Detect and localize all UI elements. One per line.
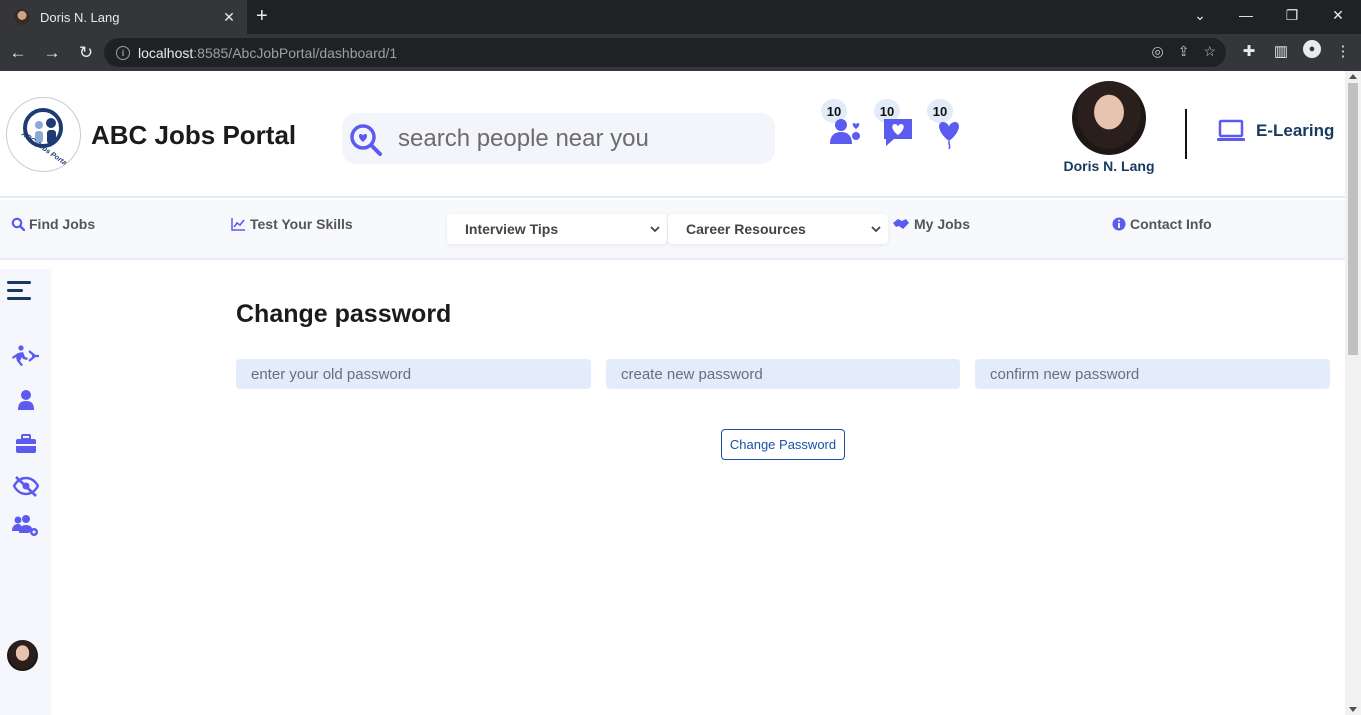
window-controls: ⌄ — ❐ ✕ xyxy=(1177,0,1361,34)
nav-test-skills[interactable]: Test Your Skills xyxy=(231,216,353,232)
url-host: localhost xyxy=(138,44,194,61)
nav-my-jobs[interactable]: My Jobs xyxy=(892,216,970,232)
browser-tab[interactable]: Doris N. Lang ✕ xyxy=(0,0,247,34)
brand-title: ABC Jobs Portal xyxy=(91,120,297,150)
briefcase-icon xyxy=(16,434,36,453)
web-page: ABC Jobs Portal ABC Jobs Portal 10 10 xyxy=(0,71,1345,715)
chevron-down-icon xyxy=(650,226,660,233)
reload-icon[interactable]: ↻ xyxy=(70,37,102,69)
browser-toolbar: ← → ↻ i localhost:8585/AbcJobPortal/dash… xyxy=(0,34,1361,71)
search-input[interactable] xyxy=(398,125,758,153)
sidebar-item-activity[interactable] xyxy=(11,343,41,369)
user-avatar[interactable] xyxy=(1072,81,1146,155)
confirm-password-field[interactable] xyxy=(975,359,1330,389)
url-path: :8585/AbcJobPortal/dashboard/1 xyxy=(193,44,398,61)
logo-mark-icon xyxy=(23,108,63,148)
site-logo[interactable]: ABC Jobs Portal xyxy=(6,97,81,172)
address-bar[interactable]: i localhost:8585/AbcJobPortal/dashboard/… xyxy=(104,38,1226,67)
sidebar-item-privacy[interactable] xyxy=(11,473,41,499)
user-name[interactable]: Doris N. Lang xyxy=(1050,158,1168,174)
nav-find-jobs-label: Find Jobs xyxy=(29,216,96,232)
menu-kebab-icon[interactable]: ⋮ xyxy=(1333,40,1353,62)
new-tab-icon[interactable]: + xyxy=(256,6,268,26)
old-password-field[interactable] xyxy=(236,359,591,389)
sidebar-item-groups[interactable] xyxy=(11,513,41,539)
line-chart-icon xyxy=(231,218,245,231)
interview-tips-label: Interview Tips xyxy=(465,221,559,237)
tab-search-icon[interactable]: ⌄ xyxy=(1177,0,1223,30)
elearning-link[interactable]: E-Learing xyxy=(1216,119,1334,143)
page-scrollbar[interactable] xyxy=(1345,71,1361,715)
hamburger-menu-icon xyxy=(7,281,31,300)
change-password-button[interactable]: Change Password xyxy=(721,429,845,460)
tab-close-icon[interactable]: ✕ xyxy=(221,9,237,26)
scroll-down-icon[interactable] xyxy=(1349,707,1357,712)
heart-balloon-icon xyxy=(939,122,959,150)
sidebar-item-profile[interactable] xyxy=(11,387,41,413)
bookmark-star-icon[interactable]: ☆ xyxy=(1203,43,1216,60)
info-circle-icon xyxy=(1112,217,1126,231)
forward-icon[interactable]: → xyxy=(36,37,68,69)
header-divider xyxy=(1185,109,1187,159)
scroll-up-icon[interactable] xyxy=(1349,74,1357,79)
interview-tips-dropdown[interactable]: Interview Tips xyxy=(447,214,667,244)
users-gear-icon xyxy=(12,515,38,536)
main-nav: Find Jobs Test Your Skills Interview Tip… xyxy=(0,200,1345,260)
new-password-field[interactable] xyxy=(606,359,960,389)
search-heart-icon[interactable] xyxy=(348,122,384,158)
nav-test-skills-label: Test Your Skills xyxy=(250,216,353,232)
chevron-down-icon xyxy=(871,226,881,233)
restore-icon[interactable]: ❐ xyxy=(1269,0,1315,30)
close-window-icon[interactable]: ✕ xyxy=(1315,0,1361,30)
share-icon[interactable]: ⇪ xyxy=(1178,43,1190,60)
eye-off-icon[interactable]: ◎ xyxy=(1151,43,1163,60)
laptop-icon xyxy=(1217,119,1245,141)
person-walking-arrow-icon xyxy=(12,345,39,366)
site-info-icon[interactable]: i xyxy=(116,45,130,60)
sidebar-item-jobs[interactable] xyxy=(11,431,41,457)
tab-title: Doris N. Lang xyxy=(40,9,120,25)
nav-my-jobs-label: My Jobs xyxy=(914,216,971,232)
sidebar-toggle[interactable] xyxy=(4,277,34,303)
eye-slash-icon xyxy=(13,476,39,497)
site-header: ABC Jobs Portal ABC Jobs Portal 10 10 xyxy=(0,71,1345,198)
search-icon xyxy=(11,217,25,231)
handshake-icon xyxy=(893,219,909,229)
nav-contact-info[interactable]: Contact Info xyxy=(1112,216,1212,232)
message-heart-icon xyxy=(884,119,912,146)
minimize-icon[interactable]: — xyxy=(1223,0,1269,30)
people-heart-icon xyxy=(830,119,860,144)
sidebar-avatar[interactable] xyxy=(7,640,38,671)
career-resources-label: Career Resources xyxy=(686,221,806,237)
page-title: Change password xyxy=(236,300,452,328)
profile-icon[interactable]: ● xyxy=(1303,40,1321,58)
notif-messages[interactable]: 10 xyxy=(874,99,914,149)
notif-likes[interactable]: 10 xyxy=(927,99,967,150)
browser-tab-bar: Doris N. Lang ✕ + ⌄ — ❐ ✕ xyxy=(0,0,1361,34)
tab-favicon-icon xyxy=(14,9,30,25)
side-panel-icon[interactable]: ▥ xyxy=(1271,40,1291,62)
career-resources-dropdown[interactable]: Career Resources xyxy=(668,214,888,244)
user-icon xyxy=(18,390,34,410)
notif-friends[interactable]: 10 xyxy=(821,99,861,149)
scroll-thumb[interactable] xyxy=(1348,83,1358,355)
extensions-icon[interactable]: ✚ xyxy=(1239,40,1259,62)
elearning-label: E-Learing xyxy=(1256,121,1335,140)
nav-find-jobs[interactable]: Find Jobs xyxy=(11,216,95,232)
back-icon[interactable]: ← xyxy=(2,37,34,69)
search-box xyxy=(342,113,775,164)
nav-contact-info-label: Contact Info xyxy=(1130,216,1212,232)
sidebar xyxy=(0,269,51,715)
